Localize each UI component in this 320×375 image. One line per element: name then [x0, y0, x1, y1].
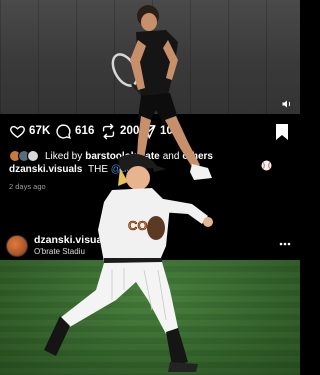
- bookmark-icon[interactable]: [275, 124, 289, 140]
- more-icon[interactable]: [279, 242, 291, 246]
- svg-text:CO: CO: [128, 218, 148, 233]
- comment-icon: [56, 123, 71, 139]
- comment-count: 616: [75, 125, 95, 137]
- baseball-player-figure: CO: [44, 153, 213, 372]
- like-count: 67K: [29, 125, 51, 137]
- heart-icon: [10, 125, 25, 138]
- like-action[interactable]: 67K: [9, 122, 50, 140]
- comment-action[interactable]: 616: [55, 122, 95, 140]
- speaker-icon[interactable]: [281, 98, 293, 110]
- baseball-icon: [261, 160, 272, 171]
